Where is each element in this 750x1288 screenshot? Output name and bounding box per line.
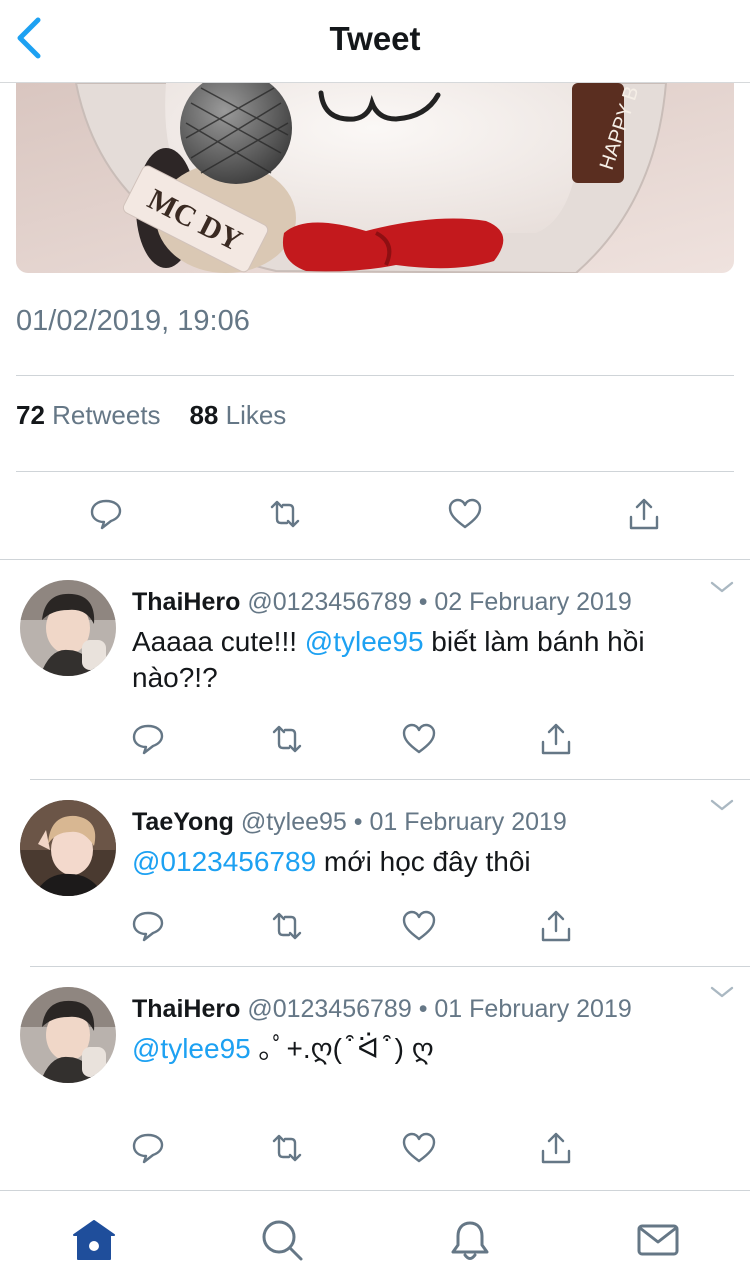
mention-link[interactable]: @tylee95 xyxy=(305,626,424,657)
reply-text-after: mới học đây thôi xyxy=(316,846,531,877)
heart-icon[interactable] xyxy=(402,909,436,943)
retweet-icon[interactable] xyxy=(270,909,304,943)
search-icon[interactable] xyxy=(259,1217,305,1263)
user-name[interactable]: ThaiHero xyxy=(132,588,240,616)
avatar[interactable] xyxy=(20,580,116,676)
retweets-count: 72 xyxy=(16,400,45,430)
top-nav-bar: Tweet xyxy=(0,0,750,83)
tweet-media-image[interactable]: HAPPY B MC DY xyxy=(16,83,734,273)
tweet-timestamp: 01/02/2019, 19:06 xyxy=(16,305,250,337)
separator-dot: • xyxy=(418,995,428,1023)
bottom-tab-bar xyxy=(0,1190,750,1288)
retweet-icon[interactable] xyxy=(268,497,302,531)
reply-date: 01 February 2019 xyxy=(434,995,632,1023)
mail-icon[interactable] xyxy=(635,1217,681,1263)
reply-icon[interactable] xyxy=(131,909,165,943)
reply-action-bar xyxy=(0,1131,750,1171)
heart-icon[interactable] xyxy=(402,1131,436,1165)
reply-icon[interactable] xyxy=(131,722,165,756)
reply-header: TaeYong @tylee95 • 01 February 2019 xyxy=(132,808,567,837)
reply-date: 01 February 2019 xyxy=(369,808,567,836)
user-handle[interactable]: @tylee95 xyxy=(241,808,347,836)
reply-tweet[interactable]: ThaiHero @0123456789 • 02 February 2019 … xyxy=(0,560,750,779)
tweet-stats: 72 Retweets 88 Likes xyxy=(16,400,286,431)
mention-link[interactable]: @tylee95 xyxy=(132,1033,251,1064)
avatar[interactable] xyxy=(20,800,116,896)
bell-icon[interactable] xyxy=(447,1217,493,1263)
likes-stat[interactable]: 88 Likes xyxy=(189,400,286,430)
heart-icon[interactable] xyxy=(402,722,436,756)
share-icon[interactable] xyxy=(539,1131,573,1165)
home-icon[interactable] xyxy=(71,1217,117,1263)
share-icon[interactable] xyxy=(627,497,661,531)
reply-icon[interactable] xyxy=(131,1131,165,1165)
retweet-icon[interactable] xyxy=(270,722,304,756)
page-title: Tweet xyxy=(329,20,421,57)
reply-icon[interactable] xyxy=(89,497,123,531)
likes-label: Likes xyxy=(225,400,287,430)
reply-text-after: ｡ﾟ+.ღ( ͒ ᐛ ͒ ) ღ xyxy=(250,1033,434,1064)
reply-text: @0123456789 mới học đây thôi xyxy=(132,844,712,880)
user-handle[interactable]: @0123456789 xyxy=(247,995,411,1023)
user-name[interactable]: TaeYong xyxy=(132,808,234,836)
share-icon[interactable] xyxy=(539,722,573,756)
divider xyxy=(16,375,734,376)
retweets-stat[interactable]: 72 Retweets xyxy=(16,400,161,430)
mention-link[interactable]: @0123456789 xyxy=(132,846,316,877)
reply-tweet[interactable]: ThaiHero @0123456789 • 01 February 2019 … xyxy=(0,967,750,1190)
likes-count: 88 xyxy=(189,400,219,430)
reply-date: 02 February 2019 xyxy=(434,588,632,616)
retweets-label: Retweets xyxy=(52,400,161,430)
share-icon[interactable] xyxy=(539,909,573,943)
reply-action-bar xyxy=(0,722,750,762)
reply-text: @tylee95 ｡ﾟ+.ღ( ͒ ᐛ ͒ ) ღ xyxy=(132,1031,712,1067)
chevron-down-icon[interactable] xyxy=(710,798,734,812)
reply-header: ThaiHero @0123456789 • 02 February 2019 xyxy=(132,588,632,617)
retweet-icon[interactable] xyxy=(270,1131,304,1165)
reply-text-before: Aaaaa cute!!! xyxy=(132,626,305,657)
reply-text: Aaaaa cute!!! @tylee95 biết làm bánh hồi… xyxy=(132,624,712,696)
chevron-down-icon[interactable] xyxy=(710,985,734,999)
separator-dot: • xyxy=(418,588,428,616)
separator-dot: • xyxy=(353,808,363,836)
avatar[interactable] xyxy=(20,987,116,1083)
reply-header: ThaiHero @0123456789 • 01 February 2019 xyxy=(132,995,632,1024)
cake-photo: HAPPY B MC DY xyxy=(16,83,734,273)
chevron-down-icon[interactable] xyxy=(710,580,734,594)
divider xyxy=(16,471,734,472)
reply-tweet[interactable]: TaeYong @tylee95 • 01 February 2019 @012… xyxy=(0,780,750,966)
reply-action-bar xyxy=(0,909,750,949)
heart-icon[interactable] xyxy=(448,497,482,531)
user-name[interactable]: ThaiHero xyxy=(132,995,240,1023)
tweet-action-bar xyxy=(0,497,750,537)
user-handle[interactable]: @0123456789 xyxy=(247,588,411,616)
